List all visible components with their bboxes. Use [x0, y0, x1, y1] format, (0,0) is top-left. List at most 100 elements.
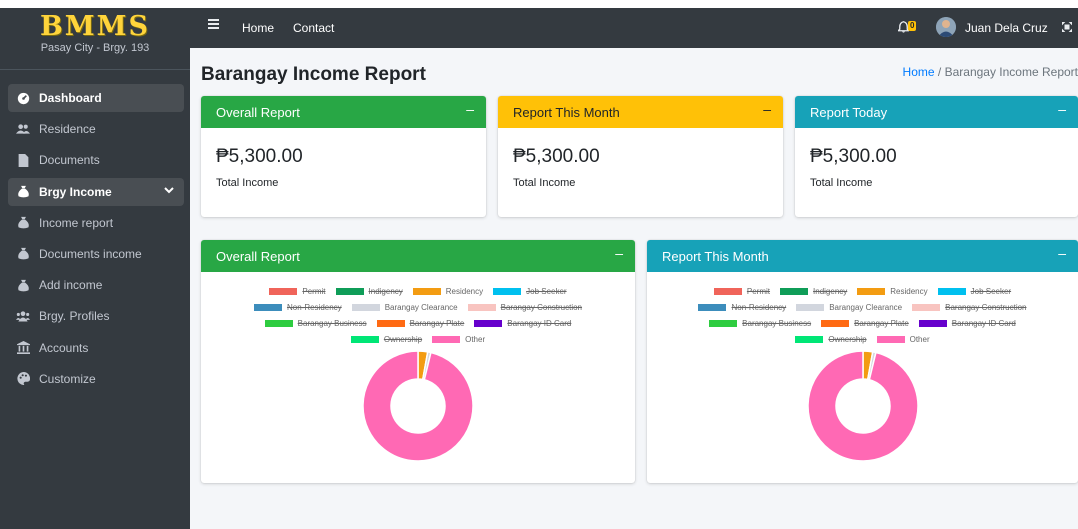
card-title: Report Today — [810, 104, 888, 120]
legend-swatch — [937, 287, 966, 295]
legend-swatch — [912, 303, 941, 311]
legend-item[interactable]: Non-Residency — [253, 303, 342, 312]
legend-swatch — [796, 303, 825, 311]
legend-item[interactable]: Permit — [713, 287, 770, 296]
legend-row: Barangay Business Barangay Plate Barangay … — [647, 315, 1078, 331]
breadcrumb-home-link[interactable]: Home — [903, 65, 935, 79]
legend-label: Residency — [890, 286, 928, 296]
sidebar-item-customize[interactable]: Customize — [8, 365, 184, 393]
chevron-down-icon[interactable] — [164, 186, 174, 197]
legend-row: Barangay Business Barangay Plate Barangay … — [201, 315, 635, 331]
legend-swatch — [467, 303, 496, 311]
legend-swatch — [918, 319, 947, 327]
legend-swatch — [876, 335, 905, 343]
legend-item[interactable]: Barangay Business — [264, 318, 367, 328]
legend-item[interactable]: Barangay Clearance — [796, 303, 902, 312]
card-title: Report This Month — [662, 248, 769, 264]
total-income-amount: ₱5,300.00 — [810, 146, 897, 167]
summary-card-month: Report This Month – ₱5,300.00 Total Inco… — [498, 96, 783, 217]
total-income-amount: ₱5,300.00 — [216, 146, 303, 167]
app-page: BMMS Pasay City - Brgy. 193 Dashboard Re… — [0, 8, 1078, 529]
card-header: Overall Report – — [201, 96, 486, 128]
pie-slice-other[interactable] — [807, 350, 919, 462]
legend-label: Barangay Business — [297, 318, 367, 328]
legend-item[interactable]: Barangay Clearance — [351, 303, 458, 312]
users-icon — [16, 122, 30, 136]
sidebar-item-brgy-profiles[interactable]: Brgy. Profiles — [8, 302, 184, 330]
legend-label: Indigency — [813, 286, 848, 296]
legend-item[interactable]: Barangay Construction — [912, 302, 1027, 312]
tachometer-icon — [16, 91, 30, 105]
total-income-label: Total Income — [810, 177, 873, 189]
legend-label: Barangay ID Card — [951, 318, 1016, 328]
sidebar-nav: Dashboard Residence Documents Brgy Incom… — [0, 70, 190, 393]
card-header: Report This Month – — [498, 96, 783, 128]
minus-icon[interactable]: – — [1058, 102, 1066, 116]
money-bag-icon — [16, 185, 30, 199]
legend-item[interactable]: Ownership — [795, 335, 867, 344]
legend-item[interactable]: Other — [876, 335, 930, 344]
donut-chart — [362, 350, 474, 462]
legend-label: Indigency — [368, 286, 403, 296]
minus-icon[interactable]: – — [466, 102, 474, 116]
sidebar-item-documents[interactable]: Documents — [8, 146, 184, 174]
chart-card-month: Report This Month – Permit Indigency Resid… — [647, 240, 1078, 483]
legend-swatch — [350, 335, 379, 343]
legend-item[interactable]: Barangay Construction — [467, 303, 582, 312]
minus-icon[interactable]: – — [615, 246, 623, 260]
legend-label: Barangay Plate — [854, 318, 909, 328]
legend-label: Ownership — [383, 334, 423, 344]
legend-item[interactable]: Barangay Plate — [376, 319, 464, 328]
legend-label: Job Seeker — [526, 286, 567, 296]
legend-swatch — [780, 287, 809, 295]
sidebar-item-brgy-income[interactable]: Brgy Income — [8, 177, 184, 206]
pie-slice-other[interactable] — [362, 350, 474, 462]
brand[interactable]: BMMS Pasay City - Brgy. 193 — [0, 8, 190, 70]
legend-item[interactable]: Permit — [269, 286, 326, 296]
legend-label: Residency — [445, 286, 484, 296]
minus-icon[interactable]: – — [763, 102, 771, 116]
user-name[interactable]: Juan Dela Cruz — [965, 21, 1048, 35]
legend-item[interactable]: Barangay Plate — [821, 319, 909, 328]
legend-swatch — [493, 287, 522, 295]
legend-item[interactable]: Barangay ID Card — [474, 319, 571, 328]
sidebar-item-income-report[interactable]: Income report — [8, 209, 184, 237]
legend-swatch — [795, 335, 824, 343]
legend-item[interactable]: Residency — [412, 286, 484, 296]
avatar[interactable] — [936, 17, 956, 37]
legend-item[interactable]: Residency — [857, 286, 928, 296]
legend-item[interactable]: Other — [432, 335, 485, 344]
legend-item[interactable]: Barangay Business — [709, 319, 811, 328]
sidebar-item-label: Documents income — [39, 246, 142, 261]
legend-item[interactable]: Job Seeker — [937, 287, 1011, 296]
nav-contact-link[interactable]: Contact — [293, 21, 334, 35]
fullscreen-icon[interactable] — [1062, 19, 1072, 37]
page-title: Barangay Income Report — [201, 64, 426, 85]
legend-swatch — [269, 287, 298, 295]
brand-logo[interactable]: BMMS — [0, 12, 190, 42]
sidebar-item-accounts[interactable]: Accounts — [8, 334, 184, 362]
legend-item[interactable]: Indigency — [780, 287, 847, 296]
top-navbar: Home Contact 0 Juan Dela Cruz — [190, 8, 1078, 48]
minus-icon[interactable]: – — [1058, 246, 1066, 260]
sidebar-item-dashboard[interactable]: Dashboard — [8, 84, 184, 112]
money-bag-icon — [16, 247, 30, 261]
legend-item[interactable]: Ownership — [350, 334, 423, 344]
legend-item[interactable]: Non-Residency — [698, 303, 786, 312]
sidebar-item-label: Dashboard — [39, 91, 102, 105]
legend-item[interactable]: Job Seeker — [493, 286, 567, 296]
legend-label: Permit — [302, 286, 326, 296]
menu-toggle-icon[interactable] — [208, 19, 219, 30]
legend-label: Barangay Construction — [945, 302, 1027, 312]
sidebar-item-add-income[interactable]: Add income — [8, 271, 184, 299]
sidebar-item-documents-income[interactable]: Documents income — [8, 240, 184, 268]
sidebar-item-residence[interactable]: Residence — [8, 115, 184, 143]
nav-home-link[interactable]: Home — [242, 21, 274, 35]
legend-item[interactable]: Indigency — [335, 286, 403, 296]
sidebar-item-label: Brgy. Profiles — [39, 309, 110, 324]
legend-swatch — [253, 303, 282, 311]
legend-item[interactable]: Barangay ID Card — [918, 318, 1016, 328]
chart-card-overall: Overall Report – Permit Indigency Residenc… — [201, 240, 635, 483]
total-income-amount: ₱5,300.00 — [513, 146, 600, 167]
donut-chart — [807, 350, 919, 462]
